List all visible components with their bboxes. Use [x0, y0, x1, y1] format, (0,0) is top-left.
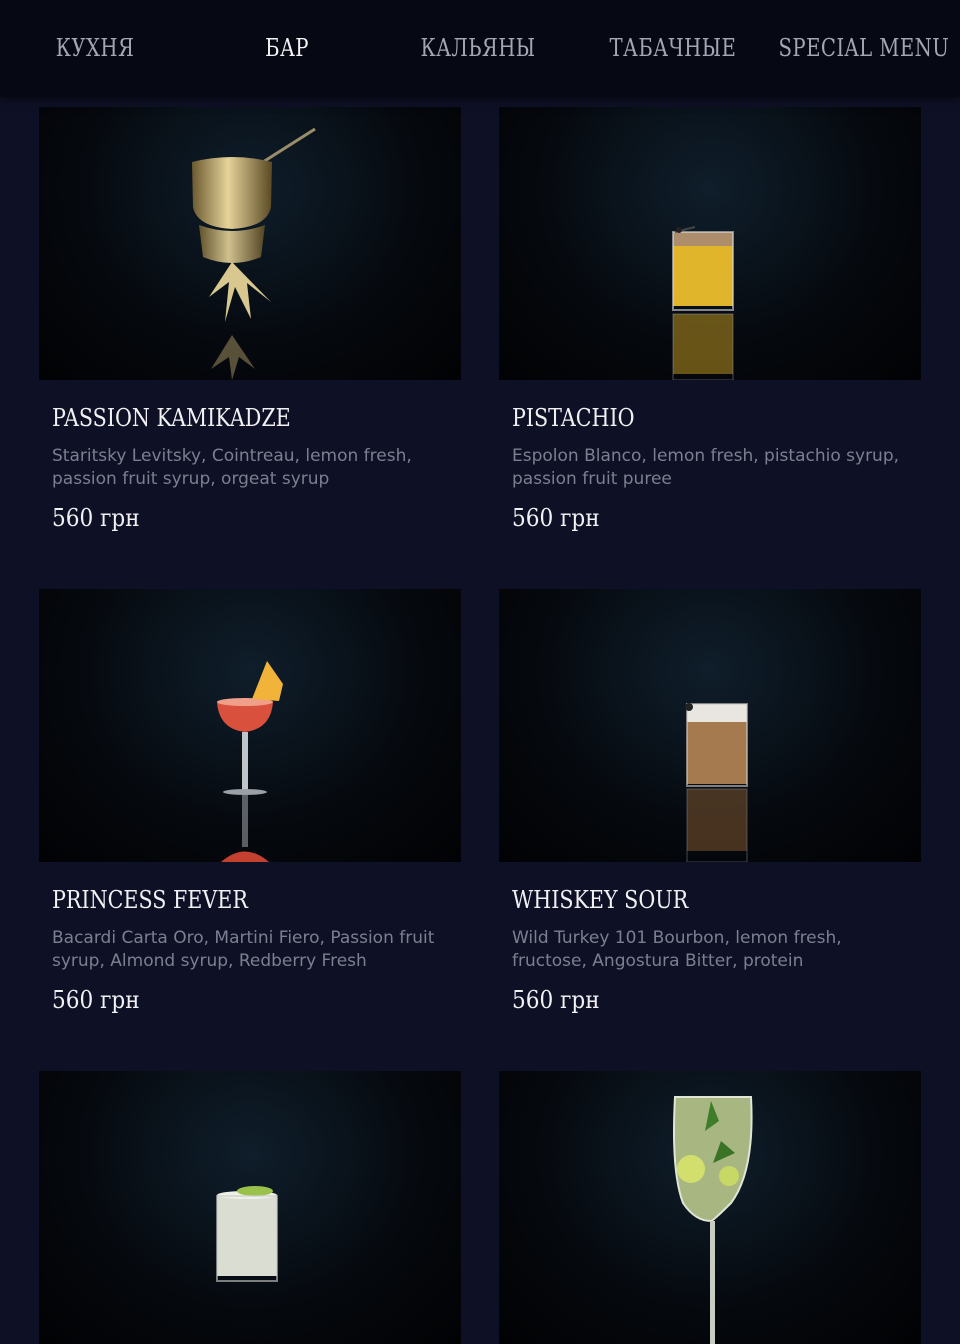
top-navigation: КУХНЯ БАР КАЛЬЯНЫ ТАБАЧНЫЕ SPECIAL MENU	[0, 0, 960, 97]
item-name: WHISKEY SOUR	[512, 886, 689, 914]
cocktail-photo	[39, 589, 461, 862]
tab-tobacco[interactable]: ТАБАЧНЫЕ	[610, 30, 736, 66]
tab-bar[interactable]: БАР	[226, 30, 349, 66]
item-name: PRINCESS FEVER	[52, 886, 248, 914]
item-description: Staritsky Levitsky, Cointreau, lemon fre…	[52, 446, 412, 489]
item-price: 560 грн	[52, 504, 140, 532]
item-description: Wild Turkey 101 Bourbon, lemon fresh, fr…	[512, 928, 842, 971]
cocktail-photo	[39, 1071, 461, 1344]
item-description: Bacardi Carta Oro, Martini Fiero, Passio…	[52, 928, 435, 971]
tab-special-menu[interactable]: SPECIAL MENU	[779, 30, 949, 66]
cocktail-photo	[499, 589, 921, 862]
item-price: 560 грн	[512, 504, 600, 532]
item-name: PASSION KAMIKADZE	[52, 404, 291, 432]
cocktail-photo	[39, 107, 461, 380]
cocktail-photo	[499, 107, 921, 380]
item-price: 560 грн	[512, 986, 600, 1014]
tab-hookahs[interactable]: КАЛЬЯНЫ	[417, 30, 540, 66]
item-price: 560 грн	[52, 986, 140, 1014]
item-description: Espolon Blanco, lemon fresh, pistachio s…	[512, 446, 900, 489]
tab-kitchen[interactable]: КУХНЯ	[34, 30, 157, 66]
cocktail-photo	[499, 1071, 921, 1344]
item-name: PISTACHIO	[512, 404, 635, 432]
